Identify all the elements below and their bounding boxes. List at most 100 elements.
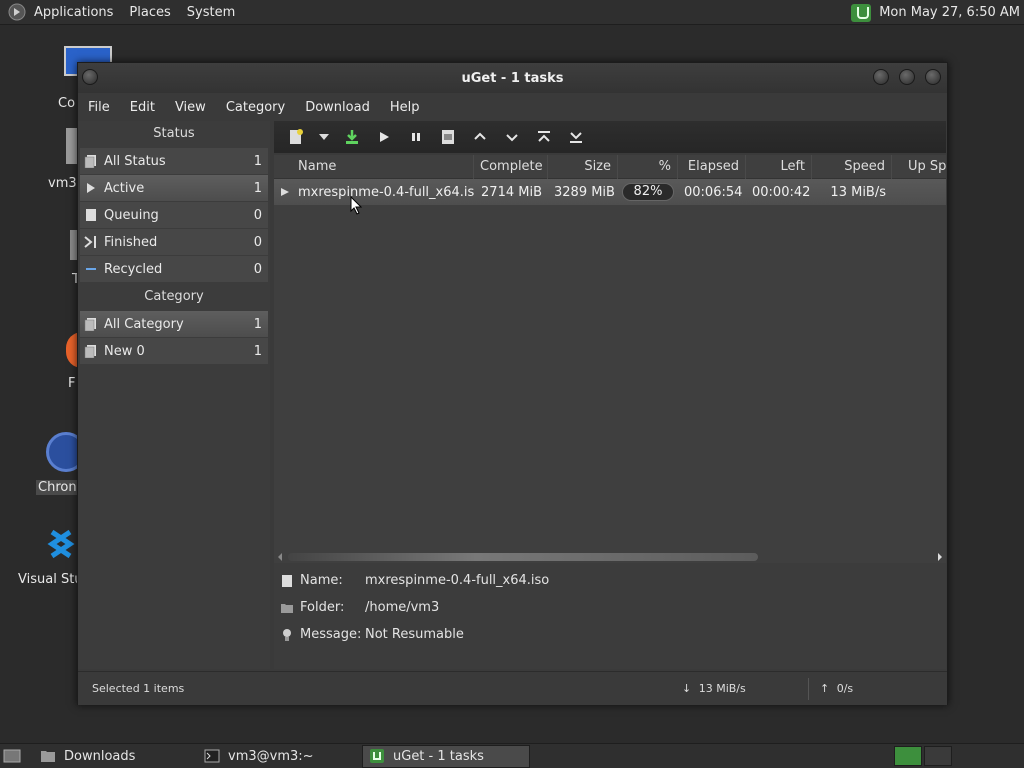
sidebar-item-active[interactable]: Active 1 xyxy=(80,175,268,201)
menu-edit[interactable]: Edit xyxy=(120,100,165,115)
minimize-button[interactable] xyxy=(873,69,889,85)
properties-icon xyxy=(442,130,454,144)
workspace-switcher[interactable] xyxy=(894,746,922,766)
desktop-icon-vscode[interactable]: Visual Stu xyxy=(18,528,83,587)
detail-folder-value: /home/vm3 xyxy=(365,600,440,615)
sidebar-item-count: 0 xyxy=(253,261,262,277)
sidebar-item-queuing[interactable]: Queuing 0 xyxy=(80,202,268,228)
row-name: mxrespinme-0.4-full_x64.iso xyxy=(298,184,474,200)
clock[interactable]: Mon May 27, 6:50 AM xyxy=(879,5,1020,20)
row-percent: 82% xyxy=(622,183,674,201)
pause-button[interactable] xyxy=(402,123,430,151)
status-up-speed-area: ↑ 0/s xyxy=(820,682,853,695)
sidebar-item-label: All Category xyxy=(104,316,184,332)
menu-download[interactable]: Download xyxy=(295,100,380,115)
sidebar-item-count: 0 xyxy=(253,207,262,223)
toolbar xyxy=(274,121,946,153)
sidebar-item-count: 1 xyxy=(253,316,262,332)
row-elapsed: 00:06:54 xyxy=(684,184,743,200)
desktop-label: Chron xyxy=(36,480,78,495)
status-down-speed: 13 MiB/s xyxy=(698,682,746,695)
documents-icon xyxy=(84,345,96,358)
task-uget[interactable]: uGet - 1 tasks xyxy=(362,744,530,768)
play-icon xyxy=(380,132,389,142)
column-header-complete[interactable]: Complete xyxy=(474,155,548,179)
sidebar-item-recycled[interactable]: Recycled 0 xyxy=(80,256,268,282)
show-desktop-icon xyxy=(3,749,21,763)
applications-menu[interactable]: Applications xyxy=(26,5,121,20)
close-button[interactable] xyxy=(925,69,941,85)
move-top-button[interactable] xyxy=(530,123,558,151)
places-menu[interactable]: Places xyxy=(121,5,178,20)
batch-download-button[interactable] xyxy=(338,123,366,151)
menu-file[interactable]: File xyxy=(78,100,120,115)
scroll-right-icon[interactable] xyxy=(936,552,944,562)
detail-name-label: Name: xyxy=(300,573,343,588)
column-header-speed[interactable]: Speed xyxy=(812,155,892,179)
system-menu[interactable]: System xyxy=(179,5,243,20)
new-menu-dropdown[interactable] xyxy=(314,123,334,151)
move-down-button[interactable] xyxy=(498,123,526,151)
task-label: uGet - 1 tasks xyxy=(393,748,484,764)
sidebar: Status All Status 1 Active 1 Queuing 0 F… xyxy=(78,121,270,669)
move-bottom-button[interactable] xyxy=(562,123,590,151)
details-panel: Name: mxrespinme-0.4-full_x64.iso Folder… xyxy=(274,563,946,669)
horizontal-scrollbar[interactable] xyxy=(274,551,946,563)
sidebar-item-label: Queuing xyxy=(104,207,159,223)
maximize-button[interactable] xyxy=(899,69,915,85)
category-header: Category xyxy=(144,289,204,304)
row-left: 00:00:42 xyxy=(752,184,811,200)
start-button[interactable] xyxy=(370,123,398,151)
uget-window: uGet - 1 tasks File Edit View Category D… xyxy=(77,62,948,705)
task-terminal[interactable]: vm3@vm3:~ xyxy=(198,745,358,768)
title-bar[interactable]: uGet - 1 tasks xyxy=(78,63,947,93)
distro-logo-icon[interactable] xyxy=(8,3,26,21)
new-document-icon xyxy=(290,129,303,144)
desktop-icon-chromium[interactable]: Chron xyxy=(36,432,86,495)
workspace-switcher-2[interactable] xyxy=(924,746,952,766)
column-header-up-speed[interactable]: Up Spe xyxy=(892,155,946,179)
desktop-label: Visual Stu xyxy=(18,572,83,587)
row-size: 3289 MiB xyxy=(554,184,615,200)
column-header-left[interactable]: Left xyxy=(746,155,812,179)
chevron-down-icon xyxy=(319,134,329,140)
menu-bar: File Edit View Category Download Help xyxy=(78,93,947,121)
task-downloads[interactable]: Downloads xyxy=(34,745,194,768)
uget-tray-icon[interactable] xyxy=(851,3,872,22)
sidebar-item-label: New 0 xyxy=(104,343,145,359)
column-header-size[interactable]: Size xyxy=(548,155,618,179)
table-row[interactable]: mxrespinme-0.4-full_x64.iso 2714 MiB 328… xyxy=(274,179,946,205)
sidebar-item-all-category[interactable]: All Category 1 xyxy=(80,311,268,337)
scroll-left-icon[interactable] xyxy=(276,552,284,562)
move-top-icon xyxy=(538,131,550,142)
row-name-cell: mxrespinme-0.4-full_x64.iso xyxy=(274,185,474,200)
chevron-down-icon xyxy=(506,134,518,142)
play-icon xyxy=(281,187,289,196)
menu-help[interactable]: Help xyxy=(380,100,430,115)
documents-icon xyxy=(84,155,96,168)
menu-category[interactable]: Category xyxy=(216,100,295,115)
menu-view[interactable]: View xyxy=(165,100,216,115)
sidebar-item-count: 1 xyxy=(253,153,262,169)
status-header: Status xyxy=(153,126,195,141)
properties-button[interactable] xyxy=(434,123,462,151)
sidebar-item-finished[interactable]: Finished 0 xyxy=(80,229,268,255)
sidebar-item-new-0[interactable]: New 0 1 xyxy=(80,338,268,364)
vscode-icon xyxy=(47,529,75,559)
list-header: Name Complete Size % Elapsed Left Speed … xyxy=(274,155,946,179)
folder-icon xyxy=(41,751,55,762)
move-up-button[interactable] xyxy=(466,123,494,151)
move-bottom-icon xyxy=(570,132,582,143)
column-header-percent[interactable]: % xyxy=(618,155,678,179)
sidebar-item-all-status[interactable]: All Status 1 xyxy=(80,148,268,174)
column-header-name[interactable]: Name xyxy=(274,155,474,179)
new-download-button[interactable] xyxy=(282,123,310,151)
column-header-elapsed[interactable]: Elapsed xyxy=(678,155,746,179)
show-desktop-button[interactable] xyxy=(0,745,24,768)
scrollbar-thumb[interactable] xyxy=(288,553,758,561)
row-percent-cell: 82% xyxy=(618,183,678,201)
window-title: uGet - 1 tasks xyxy=(461,70,564,86)
window-menu-button[interactable] xyxy=(82,69,98,85)
chevron-up-icon xyxy=(474,132,486,140)
sidebar-item-count: 1 xyxy=(253,343,262,359)
